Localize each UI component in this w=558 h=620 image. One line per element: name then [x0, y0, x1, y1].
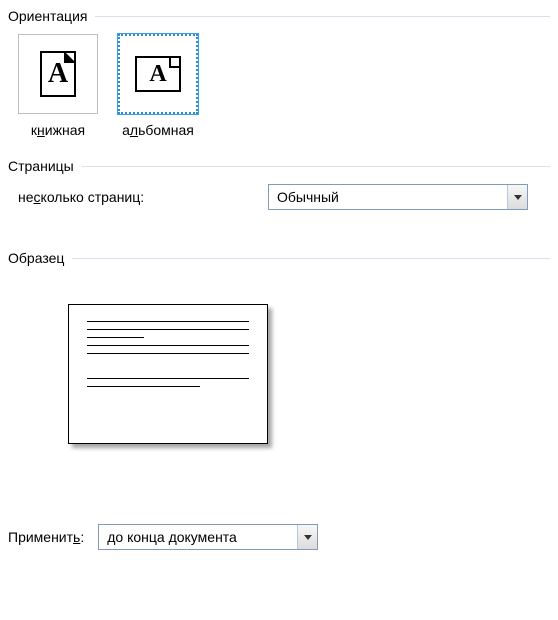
orientation-group: Ориентация A книжная A альбомная [8, 8, 550, 138]
landscape-icon: A [118, 34, 198, 114]
portrait-icon: A [18, 34, 98, 114]
sample-header: Образец [8, 250, 550, 266]
pages-multiple-combo[interactable]: Обычный [268, 184, 528, 210]
pages-multiple-row: несколько страниц: Обычный [8, 184, 550, 210]
chevron-down-icon [507, 185, 527, 209]
apply-value: до конца документа [99, 525, 297, 549]
apply-row: Применить: до конца документа [8, 524, 550, 550]
sample-page-icon [68, 304, 268, 444]
orientation-landscape-button[interactable]: A альбомная [118, 34, 198, 138]
orientation-title: Ориентация [8, 8, 87, 24]
sample-title: Образец [8, 250, 64, 266]
apply-label: Применить: [8, 529, 84, 545]
orientation-portrait-button[interactable]: A книжная [18, 34, 98, 138]
orientation-options: A книжная A альбомная [8, 34, 550, 138]
pages-multiple-label: несколько страниц: [18, 189, 248, 205]
divider [72, 258, 550, 259]
divider [82, 166, 550, 167]
apply-combo[interactable]: до конца документа [98, 524, 318, 550]
chevron-down-icon [297, 525, 317, 549]
sample-preview [8, 276, 550, 504]
sample-group: Образец [8, 250, 550, 504]
portrait-label: книжная [31, 122, 85, 138]
landscape-label: альбомная [122, 122, 194, 138]
pages-multiple-value: Обычный [269, 185, 507, 209]
divider [95, 16, 550, 17]
pages-header: Страницы [8, 158, 550, 174]
orientation-header: Ориентация [8, 8, 550, 24]
pages-title: Страницы [8, 158, 74, 174]
pages-group: Страницы несколько страниц: Обычный [8, 158, 550, 210]
